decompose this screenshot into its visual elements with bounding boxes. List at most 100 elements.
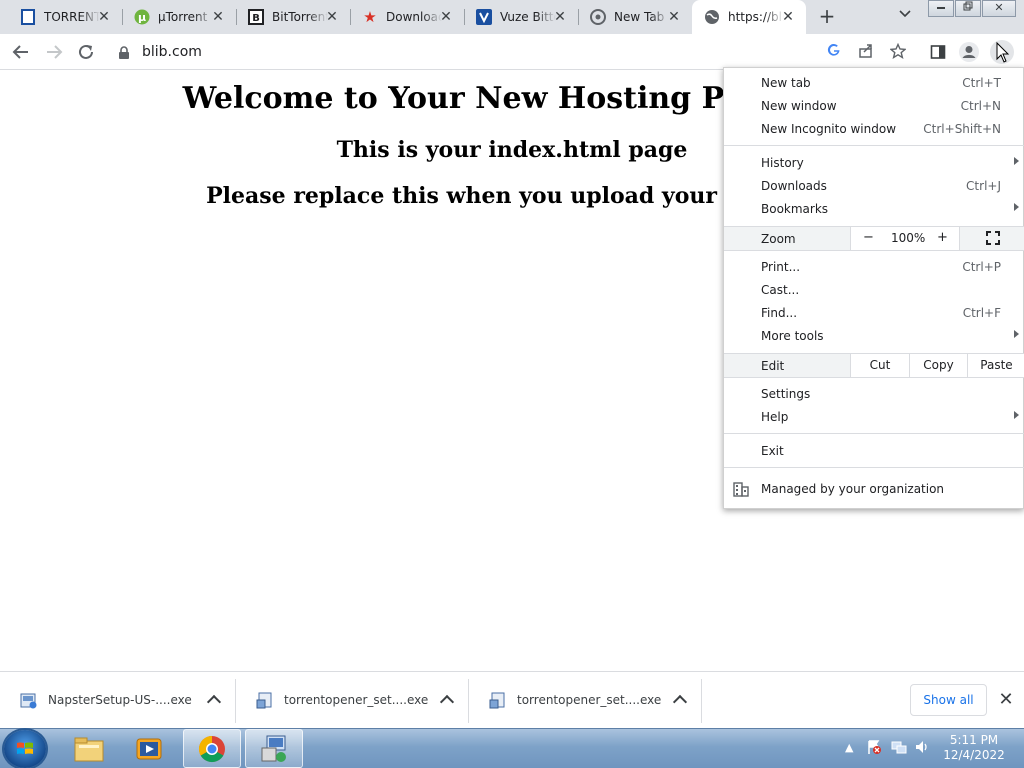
menu-item-new-window[interactable]: New window Ctrl+N: [724, 95, 1024, 118]
menu-item-history[interactable]: History: [724, 152, 1024, 175]
back-arrow-icon[interactable]: [9, 40, 33, 64]
profile-avatar-icon[interactable]: [957, 40, 981, 64]
close-icon[interactable]: ✕: [96, 9, 112, 25]
download-filename: NapsterSetup-US-....exe: [48, 693, 192, 707]
close-icon[interactable]: ✕: [324, 9, 340, 25]
zoom-out-button[interactable]: −: [863, 230, 874, 245]
submenu-arrow-icon: [1014, 157, 1019, 165]
action-center-flag-icon[interactable]: [866, 739, 882, 758]
menu-item-label: Downloads: [761, 179, 827, 193]
menu-item-new-incognito-window[interactable]: New Incognito window Ctrl+Shift+N: [724, 118, 1024, 141]
menu-item-label: Bookmarks: [761, 202, 829, 216]
cut-button[interactable]: Cut: [850, 354, 909, 377]
chevron-up-icon[interactable]: [672, 694, 688, 710]
building-icon: [733, 481, 749, 497]
network-icon[interactable]: [891, 739, 907, 758]
zoom-level: 100%: [891, 231, 926, 245]
menu-item-cast[interactable]: Cast...: [724, 279, 1024, 302]
browser-toolbar: blib.com: [0, 34, 1024, 70]
address-url[interactable]: blib.com: [142, 44, 202, 60]
download-item[interactable]: NapsterSetup-US-....exe: [0, 679, 236, 723]
menu-item-print[interactable]: Print... Ctrl+P: [724, 256, 1024, 279]
chevron-up-icon[interactable]: [206, 694, 222, 710]
menu-separator: [724, 433, 1024, 434]
zoom-controls: − 100% +: [850, 227, 960, 250]
menu-item-bookmarks[interactable]: Bookmarks: [724, 198, 1024, 221]
tab-new-tab[interactable]: New Tab ✕: [578, 0, 692, 34]
menu-item-managed-by-organization[interactable]: Managed by your organization: [724, 478, 1024, 501]
clock-date: 12/4/2022: [943, 748, 1005, 762]
side-panel-icon[interactable]: [926, 40, 950, 64]
menu-item-help[interactable]: Help: [724, 406, 1024, 429]
installer-taskbar-icon[interactable]: [245, 729, 303, 768]
menu-item-more-tools[interactable]: More tools: [724, 325, 1024, 348]
tab-title: New Tab: [614, 10, 665, 24]
close-icon[interactable]: ✕: [996, 690, 1016, 710]
explorer-icon[interactable]: [60, 729, 118, 768]
menu-item-downloads[interactable]: Downloads Ctrl+J: [724, 175, 1024, 198]
lock-icon[interactable]: [118, 45, 130, 59]
menu-item-shortcut: Ctrl+P: [962, 260, 1001, 274]
edit-label: Edit: [761, 359, 785, 373]
close-icon[interactable]: ✕: [438, 9, 454, 25]
tab-torrent[interactable]: TORRENT ✕: [8, 0, 122, 34]
forward-arrow-icon[interactable]: [42, 40, 66, 64]
chrome-main-menu: New tab Ctrl+T New window Ctrl+N New Inc…: [723, 67, 1024, 509]
chevron-up-icon[interactable]: [439, 694, 455, 710]
tab-bittorrent[interactable]: B BitTorrent ✕: [236, 0, 350, 34]
menu-item-settings[interactable]: Settings: [724, 383, 1024, 406]
tab-utorrent[interactable]: µ µTorrent ✕: [122, 0, 236, 34]
address-bar[interactable]: blib.com: [108, 37, 918, 67]
menu-item-new-tab[interactable]: New tab Ctrl+T: [724, 72, 1024, 95]
tab-title: https://blib.com: [728, 10, 784, 24]
bookmark-star-icon[interactable]: [888, 42, 908, 63]
google-icon[interactable]: [824, 43, 844, 63]
installer-icon: [489, 692, 507, 710]
download-item[interactable]: torrentopener_set....exe: [236, 679, 469, 723]
menu-kebab-icon[interactable]: [990, 40, 1014, 64]
tab-title: Vuze Bittorrent: [500, 10, 556, 24]
close-icon[interactable]: ✕: [780, 9, 796, 25]
start-button[interactable]: [4, 730, 46, 768]
menu-item-shortcut: Ctrl+Shift+N: [923, 122, 1001, 136]
paste-button[interactable]: Paste: [967, 354, 1024, 377]
menu-item-label: New Incognito window: [761, 122, 897, 136]
media-player-icon[interactable]: [120, 729, 178, 768]
close-icon[interactable]: ✕: [552, 9, 568, 25]
close-window-button[interactable]: ✕: [982, 0, 1016, 17]
vuze-icon: [476, 9, 492, 25]
minimize-button[interactable]: [928, 0, 954, 17]
submenu-arrow-icon: [1014, 203, 1019, 211]
share-icon[interactable]: [856, 43, 876, 63]
restore-button[interactable]: [955, 0, 981, 17]
zoom-in-button[interactable]: +: [937, 230, 948, 245]
fullscreen-icon[interactable]: [986, 231, 1000, 245]
copy-button[interactable]: Copy: [909, 354, 967, 377]
menu-item-label: History: [761, 156, 804, 170]
menu-item-exit[interactable]: Exit: [724, 440, 1024, 463]
tab-download[interactable]: ★ Download ✕: [350, 0, 464, 34]
system-clock[interactable]: 5:11 PM 12/4/2022: [940, 733, 1008, 763]
menu-separator: [724, 467, 1024, 468]
new-tab-button[interactable]: +: [815, 5, 839, 29]
menu-item-label: Find...: [761, 306, 798, 320]
reload-icon[interactable]: [74, 40, 98, 64]
download-item[interactable]: torrentopener_set....exe: [469, 679, 702, 723]
menu-item-shortcut: Ctrl+J: [966, 179, 1001, 193]
download-shelf: NapsterSetup-US-....exe torrentopener_se…: [0, 671, 1024, 728]
tab-active-blib[interactable]: https://blib.com ✕: [692, 0, 806, 34]
close-icon[interactable]: ✕: [210, 9, 226, 25]
close-icon[interactable]: ✕: [666, 9, 682, 25]
tab-search-icon[interactable]: [895, 7, 915, 27]
show-hidden-icons-arrow[interactable]: ▲: [845, 741, 853, 754]
menu-item-find[interactable]: Find... Ctrl+F: [724, 302, 1024, 325]
tab-title: TORRENT: [44, 10, 100, 24]
browser-window: TORRENT ✕ µ µTorrent ✕ B BitTorrent ✕ ★ …: [0, 0, 1024, 768]
show-all-button[interactable]: Show all: [910, 684, 987, 716]
chrome-taskbar-icon[interactable]: [183, 729, 241, 768]
menu-item-label: Print...: [761, 260, 801, 274]
volume-icon[interactable]: [914, 739, 930, 758]
menu-item-label: New tab: [761, 76, 811, 90]
tab-vuze[interactable]: Vuze Bittorrent ✕: [464, 0, 578, 34]
menu-item-shortcut: Ctrl+N: [960, 99, 1001, 113]
